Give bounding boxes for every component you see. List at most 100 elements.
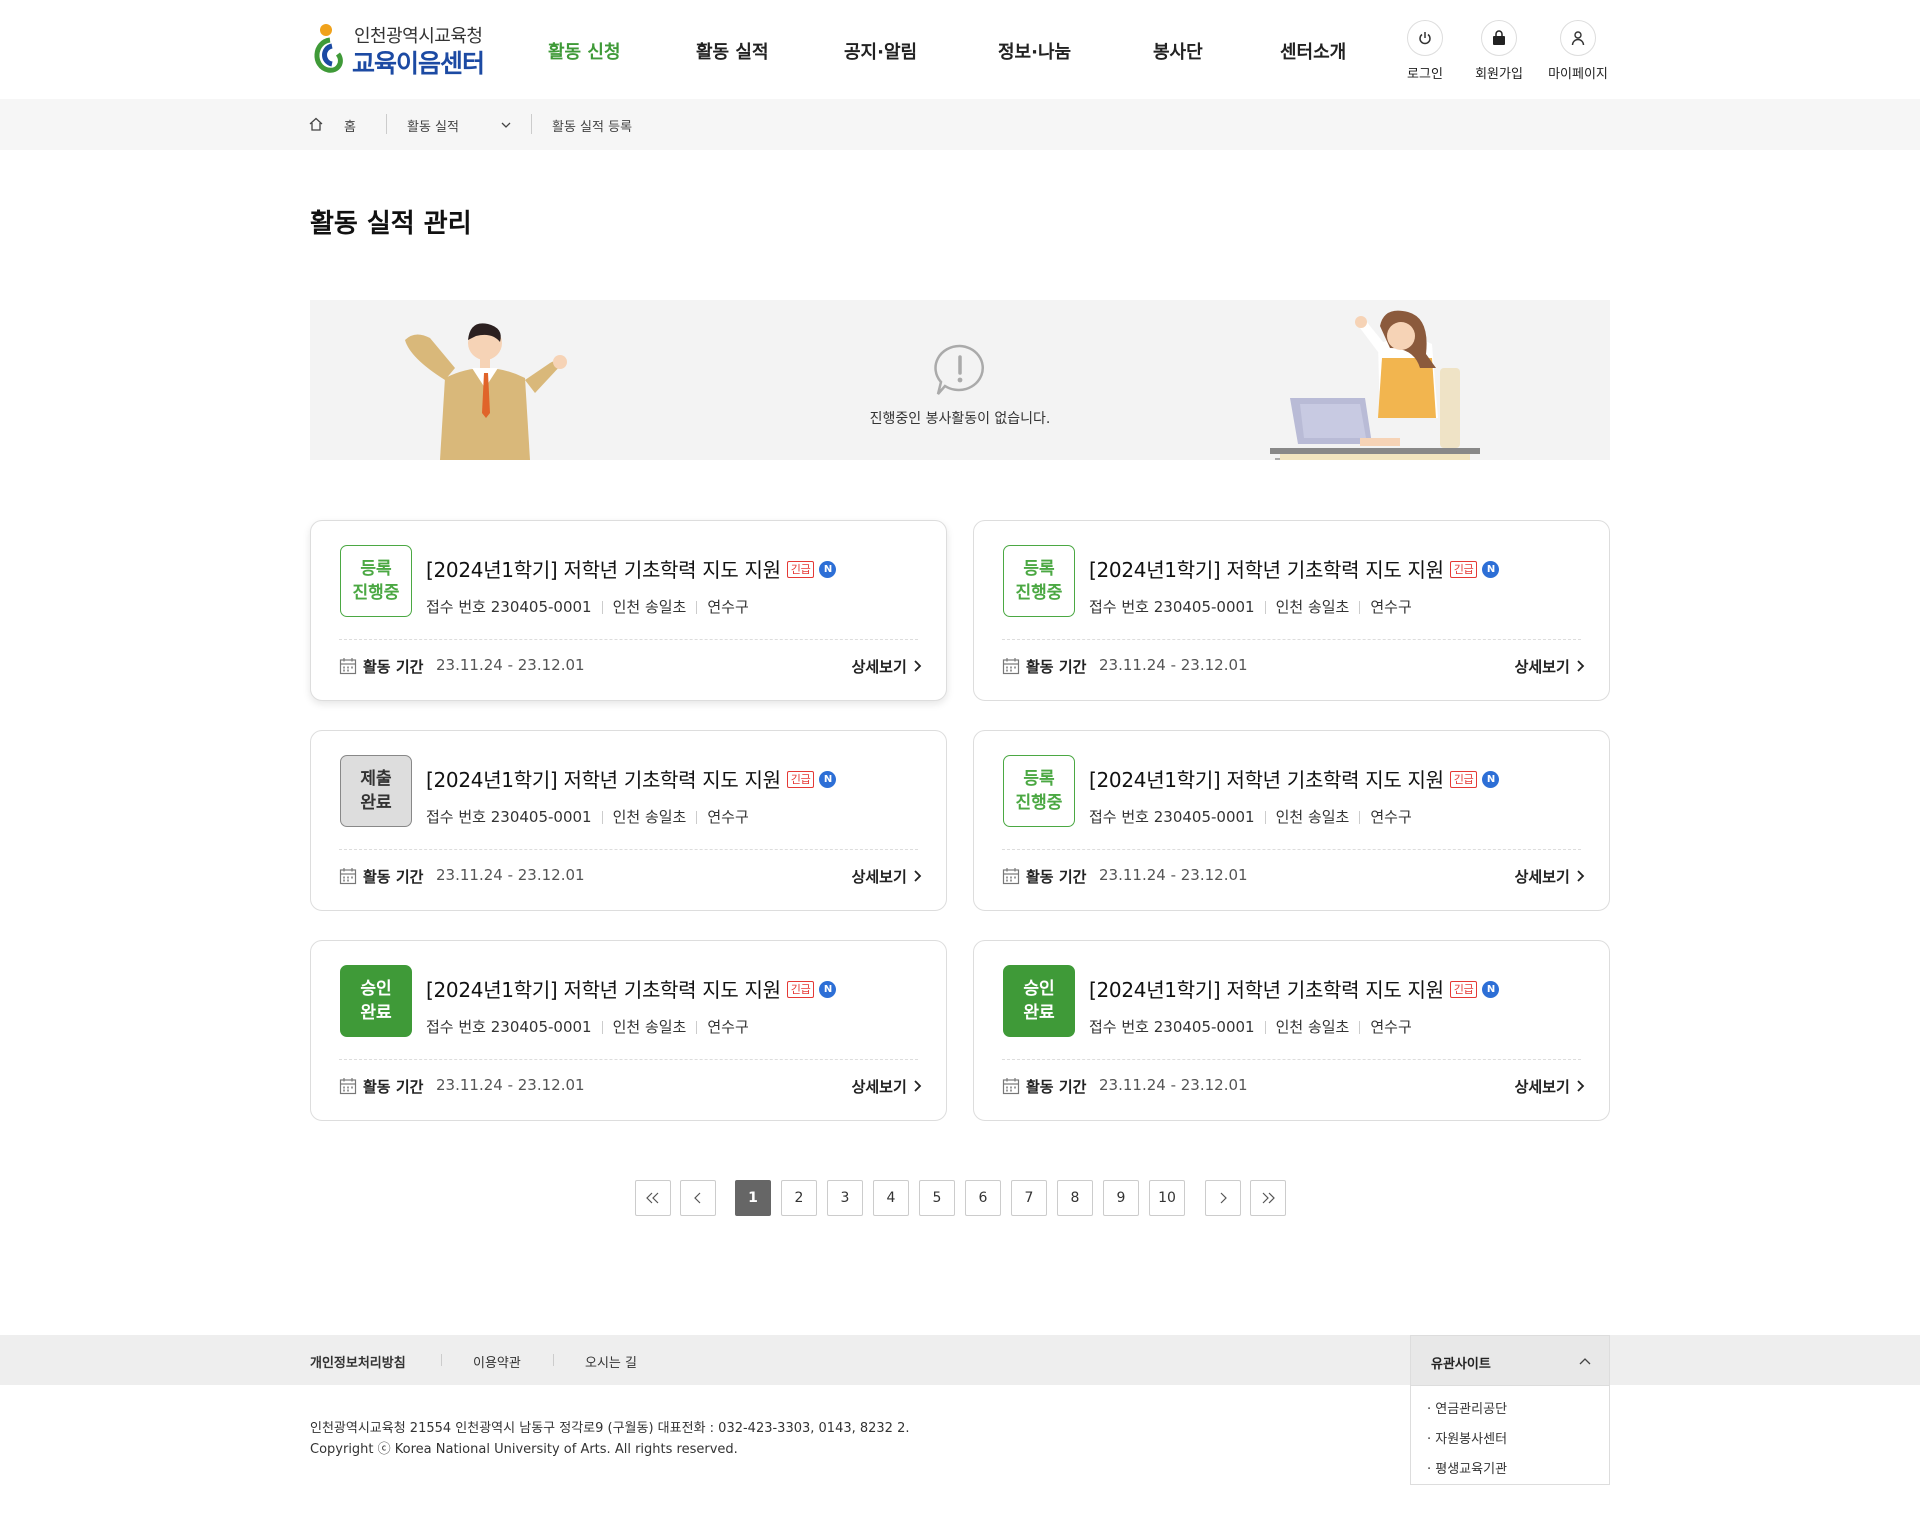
calendar-icon: [339, 658, 357, 675]
detail-link[interactable]: 상세보기: [1515, 866, 1585, 887]
urgent-badge: 긴급: [786, 561, 815, 578]
activity-title[interactable]: [2024년1학기] 저학년 기초학력 지도 지원 긴급 N: [426, 974, 837, 1003]
status-badge: 승인 완료: [1003, 965, 1075, 1037]
period-value: 23.11.24 - 23.12.01: [1099, 1076, 1248, 1094]
related-site-item[interactable]: · 자원봉사센터: [1427, 1428, 1507, 1447]
related-site-item[interactable]: · 평생교육기관: [1427, 1458, 1507, 1477]
chevron-right-icon: [1220, 1192, 1227, 1204]
breadcrumb-level1[interactable]: 활동 실적: [407, 116, 459, 135]
activity-title[interactable]: [2024년1학기] 저학년 기초학력 지도 지원 긴급 N: [1089, 554, 1500, 583]
footer-divider: [553, 1354, 554, 1366]
page-button[interactable]: 3: [827, 1180, 863, 1216]
card-divider: [339, 639, 918, 640]
calendar-icon: [1002, 658, 1020, 675]
page-button[interactable]: 10: [1149, 1180, 1185, 1216]
footer-copyright: Copyright ⓒ Korea National University of…: [310, 1442, 738, 1457]
page-button[interactable]: 8: [1057, 1180, 1093, 1216]
calendar-icon: [339, 868, 357, 885]
breadcrumb-divider: [386, 114, 387, 134]
urgent-badge: 긴급: [1449, 981, 1478, 998]
activity-title[interactable]: [2024년1학기] 저학년 기초학력 지도 지원 긴급 N: [1089, 974, 1500, 1003]
period-value: 23.11.24 - 23.12.01: [436, 656, 585, 674]
chevron-down-icon[interactable]: [500, 119, 512, 131]
detail-link[interactable]: 상세보기: [1515, 656, 1585, 677]
activity-card[interactable]: 등록 진행중 [2024년1학기] 저학년 기초학력 지도 지원 긴급 N 접수 번호…: [973, 730, 1610, 911]
footer-divider: [441, 1354, 442, 1366]
activity-title[interactable]: [2024년1학기] 저학년 기초학력 지도 지원 긴급 N: [1089, 764, 1500, 793]
activity-meta: 접수 번호 230405-0001 인천 송일초 연수구: [1089, 598, 1412, 616]
new-badge-icon: N: [819, 981, 837, 998]
chevron-right-icon: [914, 660, 922, 672]
detail-link[interactable]: 상세보기: [852, 656, 922, 677]
activity-meta: 접수 번호 230405-0001 인천 송일초 연수구: [426, 1018, 749, 1036]
double-chevron-left-icon: [646, 1192, 659, 1204]
site-logo[interactable]: 인천광역시교육청 교육이음센터: [310, 20, 490, 78]
nav-info-share[interactable]: 정보·나눔: [998, 38, 1071, 64]
page-button[interactable]: 4: [873, 1180, 909, 1216]
page-button[interactable]: 1: [735, 1180, 771, 1216]
activity-card[interactable]: 승인 완료 [2024년1학기] 저학년 기초학력 지도 지원 긴급 N 접수 번호 …: [973, 940, 1610, 1121]
period-label: 활동 기간: [363, 1078, 424, 1096]
status-badge: 등록 진행중: [340, 545, 412, 617]
activity-title[interactable]: [2024년1학기] 저학년 기초학력 지도 지원 긴급 N: [426, 764, 837, 793]
footer-address: 인천광역시교육청 21554 인천광역시 남동구 정각로9 (구월동) 대표전화…: [310, 1421, 910, 1436]
activity-meta: 접수 번호 230405-0001 인천 송일초 연수구: [1089, 808, 1412, 826]
status-badge: 승인 완료: [340, 965, 412, 1037]
nav-activity-apply[interactable]: 활동 신청: [548, 38, 621, 64]
mypage-label: 마이페이지: [1548, 67, 1608, 82]
new-badge-icon: N: [1482, 561, 1500, 578]
site-header: 인천광역시교육청 교육이음센터 활동 신청 활동 실적 공지·알림 정보·나눔 …: [0, 0, 1920, 99]
page-button[interactable]: 5: [919, 1180, 955, 1216]
chevron-right-icon: [1577, 660, 1585, 672]
activity-title[interactable]: [2024년1학기] 저학년 기초학력 지도 지원 긴급 N: [426, 554, 837, 583]
prev-page-button[interactable]: [680, 1180, 716, 1216]
card-divider: [1002, 639, 1581, 640]
login-button[interactable]: 로그인: [1385, 20, 1465, 82]
detail-link[interactable]: 상세보기: [852, 866, 922, 887]
related-sites-toggle[interactable]: 유관사이트: [1411, 1336, 1609, 1386]
nav-activity-record[interactable]: 활동 실적: [696, 38, 769, 64]
first-page-button[interactable]: [635, 1180, 671, 1216]
nav-center-intro[interactable]: 센터소개: [1280, 38, 1346, 64]
join-button[interactable]: 회원가입: [1459, 20, 1539, 82]
man-illustration-icon: [405, 323, 567, 460]
home-icon[interactable]: [308, 116, 324, 132]
power-icon: [1407, 20, 1443, 56]
new-badge-icon: N: [1482, 771, 1500, 788]
detail-link[interactable]: 상세보기: [1515, 1076, 1585, 1097]
activity-card[interactable]: 제출 완료 [2024년1학기] 저학년 기초학력 지도 지원 긴급 N 접수 번호 …: [310, 730, 947, 911]
last-page-button[interactable]: [1250, 1180, 1286, 1216]
breadcrumb: 홈 활동 실적 활동 실적 등록: [0, 99, 1920, 150]
period-value: 23.11.24 - 23.12.01: [436, 1076, 585, 1094]
activity-meta: 접수 번호 230405-0001 인천 송일초 연수구: [426, 598, 749, 616]
status-badge: 제출 완료: [340, 755, 412, 827]
related-sites-dropdown: 유관사이트 · 연금관리공단 · 자원봉사센터 · 평생교육기관: [1410, 1335, 1610, 1485]
period-label: 활동 기간: [1026, 658, 1087, 676]
period-label: 활동 기간: [1026, 868, 1087, 886]
activity-card[interactable]: 승인 완료 [2024년1학기] 저학년 기초학력 지도 지원 긴급 N 접수 번호 …: [310, 940, 947, 1121]
user-icon: [1560, 20, 1596, 56]
mypage-button[interactable]: 마이페이지: [1538, 20, 1618, 82]
period-value: 23.11.24 - 23.12.01: [1099, 656, 1248, 674]
login-label: 로그인: [1407, 67, 1443, 82]
page-button[interactable]: 2: [781, 1180, 817, 1216]
nav-volunteer-group[interactable]: 봉사단: [1153, 38, 1203, 64]
terms-link[interactable]: 이용약관: [473, 1352, 521, 1371]
page-title: 활동 실적 관리: [310, 209, 472, 239]
activity-card[interactable]: 등록 진행중 [2024년1학기] 저학년 기초학력 지도 지원 긴급 N 접수 번호…: [310, 520, 947, 701]
chevron-right-icon: [914, 1080, 922, 1092]
page-button[interactable]: 6: [965, 1180, 1001, 1216]
related-site-item[interactable]: · 연금관리공단: [1427, 1398, 1507, 1417]
calendar-icon: [339, 1078, 357, 1095]
detail-link[interactable]: 상세보기: [852, 1076, 922, 1097]
page-button[interactable]: 7: [1011, 1180, 1047, 1216]
breadcrumb-home[interactable]: 홈: [344, 116, 356, 135]
shopping-bag-icon: [1481, 20, 1517, 56]
privacy-policy-link[interactable]: 개인정보처리방침: [310, 1352, 406, 1371]
period-label: 활동 기간: [363, 658, 424, 676]
next-page-button[interactable]: [1205, 1180, 1241, 1216]
activity-card[interactable]: 등록 진행중 [2024년1학기] 저학년 기초학력 지도 지원 긴급 N 접수 번호…: [973, 520, 1610, 701]
page-button[interactable]: 9: [1103, 1180, 1139, 1216]
nav-notice[interactable]: 공지·알림: [844, 38, 917, 64]
directions-link[interactable]: 오시는 길: [585, 1352, 637, 1371]
